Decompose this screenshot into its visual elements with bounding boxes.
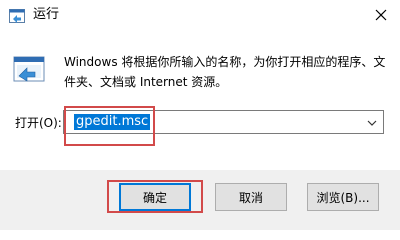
input-highlight-box	[64, 106, 155, 146]
close-button[interactable]	[368, 3, 394, 27]
window-title: 运行	[33, 7, 60, 22]
run-app-icon	[9, 8, 25, 23]
browse-button[interactable]: 浏览(B)...	[307, 183, 379, 211]
dialog-content: Windows 将根据你所输入的名称，为你打开相应的程序、文件夹、文档或 Int…	[0, 32, 400, 170]
run-dialog: 运行 Windows 将根据你所输入的名称，为你打开相应的程序、文件夹、文档或 …	[0, 0, 400, 230]
run-icon	[13, 54, 45, 86]
ok-highlight-box	[107, 180, 203, 213]
cancel-button[interactable]: 取消	[215, 183, 287, 211]
chevron-down-icon[interactable]	[365, 115, 379, 129]
title-bar: 运行	[0, 0, 400, 32]
dialog-description: Windows 将根据你所输入的名称，为你打开相应的程序、文件夹、文档或 Int…	[64, 55, 386, 89]
close-icon	[375, 6, 387, 25]
open-label: 打开(O):	[15, 116, 62, 130]
